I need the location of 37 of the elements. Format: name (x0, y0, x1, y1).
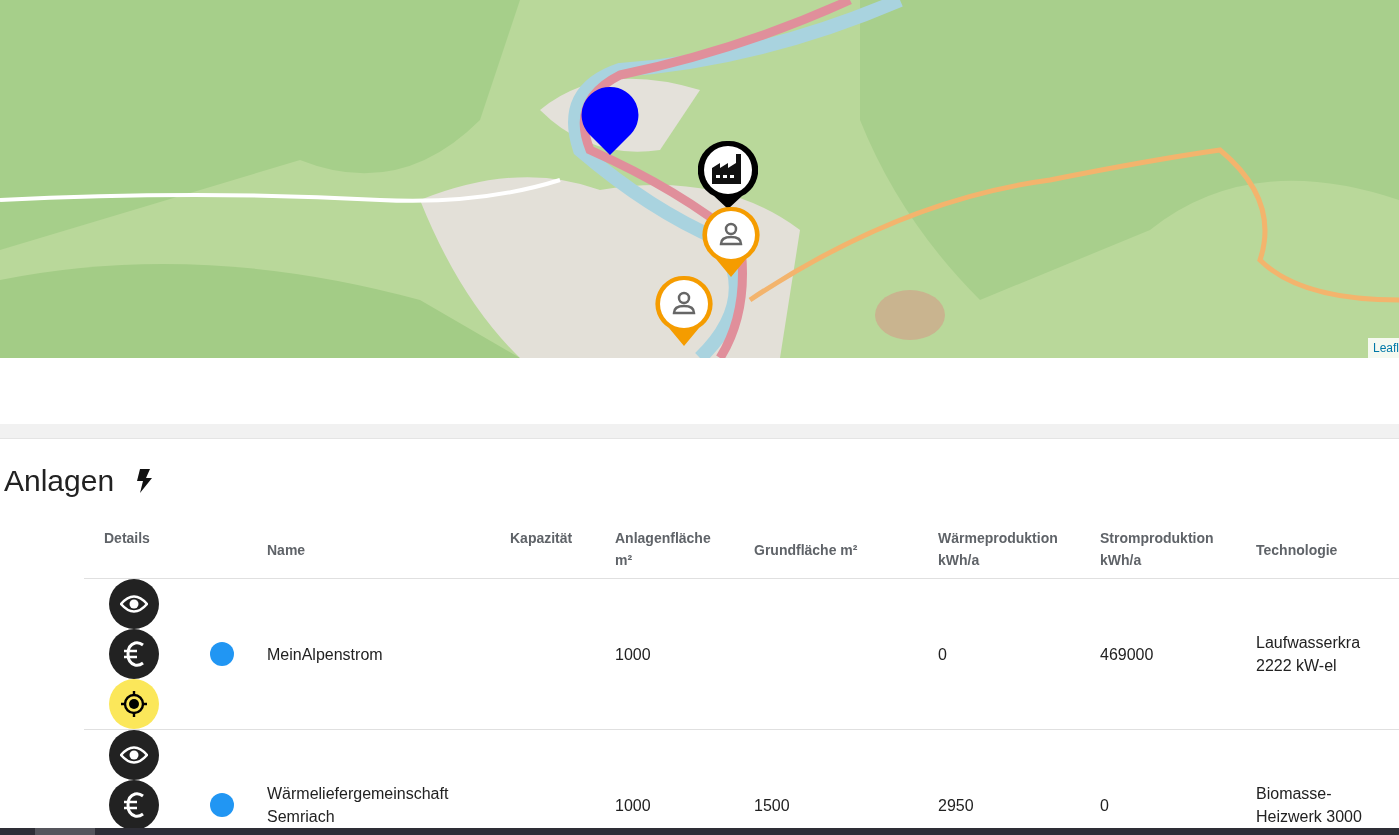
column-header[interactable]: Stromproduktion kWh/a (1100, 527, 1225, 571)
table-cell-text: 0 (1100, 795, 1109, 816)
eye-icon (120, 746, 148, 764)
table-cell-text: 1500 (754, 795, 790, 816)
column-header[interactable]: Anlagenfläche m² (615, 527, 715, 571)
crosshair-icon (120, 690, 148, 718)
cost-button[interactable] (109, 629, 159, 679)
horizontal-scrollbar[interactable] (0, 828, 1399, 835)
table-cell-text: 469000 (1100, 644, 1154, 665)
table-cell-text: 1000 (615, 644, 651, 665)
map-attribution[interactable]: Leafl (1367, 338, 1399, 358)
column-header[interactable]: Kapazität (510, 527, 573, 549)
column-header[interactable]: Details (104, 527, 150, 549)
view-button[interactable] (109, 579, 159, 629)
table-cell-text: Laufwasserkra 2222 kW-el (1256, 633, 1362, 676)
column-header[interactable]: Technologie (1256, 538, 1338, 561)
map-pin-icon[interactable] (581, 86, 639, 156)
eye-icon (120, 595, 148, 613)
euro-icon (122, 641, 146, 667)
locate-button[interactable] (109, 679, 159, 729)
lightning-icon (136, 469, 153, 493)
table-cell-text: Biomasse-Heizwerk 3000 (1256, 784, 1363, 827)
table-cell-text: 0 (938, 644, 947, 665)
column-header[interactable]: Grundfläche m² (754, 538, 858, 561)
person-marker-icon[interactable] (655, 275, 713, 347)
cost-button[interactable] (109, 780, 159, 828)
euro-icon (122, 792, 146, 818)
column-header[interactable]: Wärmeproduktion kWh/a (938, 527, 1063, 571)
view-button[interactable] (109, 730, 159, 780)
table-cell-text: MeinAlpenstrom (267, 644, 383, 665)
section-title: Anlagen (4, 464, 115, 498)
column-header[interactable]: Name (267, 538, 306, 561)
table-cell-text: 2950 (938, 795, 974, 816)
person-marker-icon[interactable] (702, 206, 760, 278)
table-cell-text: 1000 (615, 795, 651, 816)
table-cell-text: Wärmeliefergemeinschaft Semriach (267, 784, 450, 827)
factory-marker-icon[interactable] (698, 140, 758, 210)
